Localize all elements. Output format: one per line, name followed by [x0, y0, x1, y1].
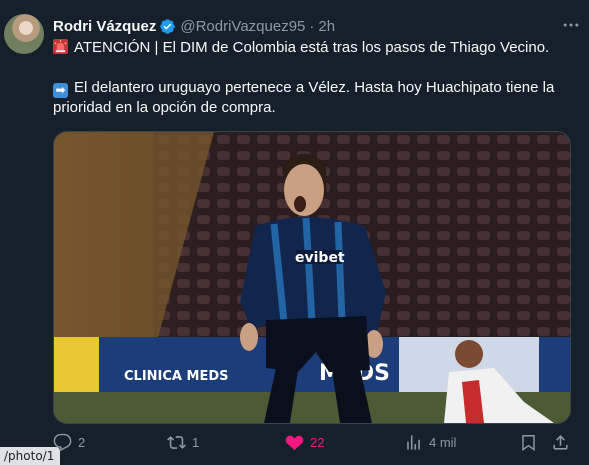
- heart-icon: [285, 435, 304, 451]
- right-arrow-emoji-icon: ➡: [53, 83, 68, 98]
- tweet-line-1-text: ATENCIÓN | El DIM de Colombia está tras …: [74, 39, 550, 56]
- tweet-photo[interactable]: CLINICA MEDS MEDS evibet: [53, 131, 571, 424]
- views-count: 4 mil: [429, 435, 457, 450]
- verified-badge-icon: [160, 18, 176, 34]
- tweet-line-2a-text: El delantero uruguayo pertenece a Vélez.…: [74, 79, 555, 96]
- share-button[interactable]: [551, 433, 570, 452]
- repost-count: 1: [192, 435, 200, 450]
- bookmark-icon: [522, 435, 535, 452]
- tweet-line-3: prioridad en la opción de compra.: [53, 98, 578, 118]
- views-button[interactable]: 4 mil: [404, 433, 456, 452]
- reply-count: 2: [78, 435, 86, 450]
- board-left-text: CLINICA MEDS: [124, 369, 228, 384]
- share-icon: [553, 435, 568, 450]
- siren-emoji-icon: [53, 39, 68, 54]
- views-icon: [407, 435, 420, 450]
- repost-button[interactable]: 1: [167, 433, 199, 452]
- repost-icon: [167, 436, 186, 449]
- timestamp[interactable]: 2h: [318, 18, 335, 35]
- separator-dot: ·: [309, 17, 315, 35]
- more-options-icon[interactable]: [561, 15, 581, 35]
- bookmark-button[interactable]: [519, 433, 538, 452]
- status-bar-url: /photo/1: [0, 447, 61, 465]
- tweet-line-2: ➡ El delantero uruguayo pertenece a Vélez…: [53, 78, 578, 98]
- author-name[interactable]: Rodri Vázquez: [53, 18, 156, 35]
- tweet-line-2b-text: prioridad en la opción de compra.: [53, 99, 276, 116]
- avatar[interactable]: [4, 14, 44, 54]
- tweet-header: Rodri Vázquez @RodriVazquez95 · 2h: [53, 16, 577, 36]
- tweet-line-1: ATENCIÓN | El DIM de Colombia está tras …: [53, 38, 578, 58]
- jersey-sponsor-text: evibet: [295, 250, 345, 266]
- author-handle[interactable]: @RodriVazquez95: [180, 18, 305, 35]
- tweet-text: ATENCIÓN | El DIM de Colombia está tras …: [53, 38, 578, 118]
- like-button[interactable]: 22: [285, 433, 324, 452]
- like-count: 22: [310, 435, 325, 450]
- photo-illustration: CLINICA MEDS MEDS evibet: [54, 132, 570, 423]
